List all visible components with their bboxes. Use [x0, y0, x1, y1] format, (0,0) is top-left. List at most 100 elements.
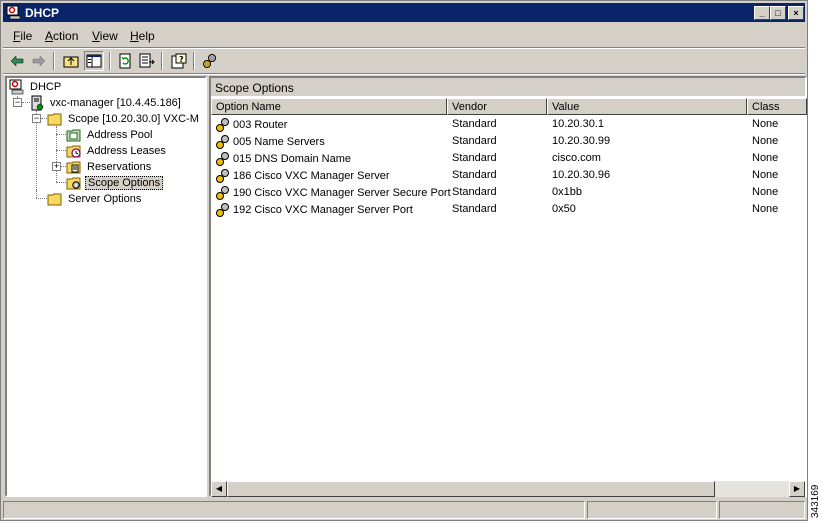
console-tree[interactable]: − − + DHCP vxc-manager [10.4.45.186] Sco…: [5, 76, 207, 497]
option-value: 0x1bb: [552, 186, 582, 198]
option-value: 10.20.30.99: [552, 135, 611, 147]
option-vendor: Standard: [452, 203, 497, 215]
tree-item-server[interactable]: vxc-manager [10.4.45.186]: [29, 95, 183, 111]
option-value: 10.20.30.1: [552, 118, 604, 130]
dhcp-server-icon: [31, 95, 44, 111]
tree-item-address-leases[interactable]: Address Leases: [66, 143, 168, 159]
tree-item-dhcp[interactable]: DHCP: [9, 79, 63, 95]
status-cell-main: [3, 501, 585, 519]
menu-help[interactable]: Help: [130, 29, 155, 43]
option-icon: [216, 168, 229, 183]
option-vendor: Standard: [452, 135, 497, 147]
horizontal-scrollbar[interactable]: ◀ ▶: [211, 481, 805, 497]
back-arrow-icon: [10, 55, 24, 67]
menu-file[interactable]: File: [13, 29, 32, 43]
option-vendor: Standard: [452, 118, 497, 130]
option-value: 10.20.30.96: [552, 169, 611, 181]
address-pool-icon: [66, 129, 81, 142]
option-value: 0x50: [552, 203, 576, 215]
option-name: 192 Cisco VXC Manager Server Port: [233, 203, 413, 216]
option-name: 186 Cisco VXC Manager Server: [233, 169, 390, 182]
table-row[interactable]: 015 DNS Domain Name Standard cisco.com N…: [211, 150, 805, 167]
expander-scope[interactable]: −: [32, 114, 41, 123]
table-row[interactable]: 190 Cisco VXC Manager Server Secure Port…: [211, 184, 805, 201]
export-list-button[interactable]: [137, 51, 157, 71]
tree-item-server-options[interactable]: Server Options: [47, 191, 143, 207]
dhcp-window: DHCP _ □ × File Action View Help ? − − +…: [0, 0, 808, 521]
back-button[interactable]: [7, 51, 27, 71]
table-row[interactable]: 186 Cisco VXC Manager Server Standard 10…: [211, 167, 805, 184]
column-headers: Option Name Vendor Value Class: [211, 98, 807, 115]
folder-icon: [47, 113, 62, 126]
option-class: None: [752, 169, 779, 181]
forward-arrow-icon: [32, 55, 46, 67]
maximize-button[interactable]: □: [770, 6, 786, 20]
forward-button[interactable]: [29, 51, 49, 71]
column-header-option-name[interactable]: Option Name: [211, 98, 447, 115]
option-icon: [216, 202, 229, 217]
dhcp-app-icon: [6, 5, 21, 20]
scope-options-icon: [66, 177, 81, 190]
svg-text:?: ?: [179, 55, 184, 64]
column-header-class[interactable]: Class: [747, 98, 807, 115]
option-icon: [216, 185, 229, 200]
reservations-icon: [66, 161, 81, 174]
option-name: 003 Router: [233, 118, 288, 131]
up-one-level-button[interactable]: [61, 51, 81, 71]
menu-action[interactable]: Action: [45, 29, 78, 43]
scroll-left-button[interactable]: ◀: [211, 481, 227, 497]
status-bar: [3, 501, 805, 519]
column-header-value[interactable]: Value: [547, 98, 747, 115]
option-name: 005 Name Servers: [233, 135, 325, 148]
option-icon: [216, 134, 229, 149]
help-button[interactable]: ?: [169, 51, 189, 71]
expander-reservations[interactable]: +: [52, 162, 61, 171]
figure-id: 343169: [810, 484, 821, 518]
scroll-right-button[interactable]: ▶: [789, 481, 805, 497]
menu-view[interactable]: View: [92, 29, 118, 43]
export-list-icon: [139, 53, 155, 68]
window-title: DHCP: [25, 6, 60, 20]
option-class: None: [752, 203, 779, 215]
menu-bar: File Action View Help: [3, 25, 805, 47]
title-bar[interactable]: DHCP _ □ ×: [3, 3, 805, 22]
scroll-thumb[interactable]: [227, 481, 715, 497]
tree-item-address-pool[interactable]: Address Pool: [66, 127, 154, 143]
up-folder-icon: [63, 56, 79, 68]
tree-item-scope-options[interactable]: Scope Options: [66, 175, 164, 191]
toolbar-separator: [3, 73, 805, 75]
details-header: Scope Options: [211, 78, 805, 96]
option-class: None: [752, 118, 779, 130]
option-class: None: [752, 152, 779, 164]
option-icon: [216, 151, 229, 166]
option-vendor: Standard: [452, 169, 497, 181]
table-row[interactable]: 192 Cisco VXC Manager Server Port Standa…: [211, 201, 805, 218]
column-header-vendor[interactable]: Vendor: [447, 98, 547, 115]
toolbar: ?: [3, 49, 805, 73]
option-vendor: Standard: [452, 186, 497, 198]
expander-server[interactable]: −: [13, 98, 22, 107]
option-name: 015 DNS Domain Name: [233, 152, 351, 165]
option-class: None: [752, 135, 779, 147]
tree-item-scope[interactable]: Scope [10.20.30.0] VXC-M: [47, 111, 201, 127]
details-pane: Scope Options Option Name Vendor Value C…: [209, 76, 807, 497]
status-cell-2: [587, 501, 717, 519]
refresh-button[interactable]: [115, 51, 135, 71]
show-hide-tree-icon: [86, 54, 102, 68]
folder-icon: [47, 193, 62, 206]
option-value: cisco.com: [552, 152, 601, 164]
option-vendor: Standard: [452, 152, 497, 164]
configure-options-button[interactable]: [200, 51, 220, 71]
option-icon: [216, 117, 229, 132]
status-cell-3: [719, 501, 805, 519]
tree-item-reservations[interactable]: Reservations: [66, 159, 153, 175]
minimize-button[interactable]: _: [754, 6, 770, 20]
close-button[interactable]: ×: [788, 6, 804, 20]
dhcp-icon: [9, 79, 24, 95]
configure-options-icon: [203, 54, 216, 68]
show-hide-tree-button[interactable]: [84, 51, 104, 71]
table-row[interactable]: 003 Router Standard 10.20.30.1 None: [211, 116, 805, 133]
table-row[interactable]: 005 Name Servers Standard 10.20.30.99 No…: [211, 133, 805, 150]
address-leases-icon: [66, 145, 81, 158]
refresh-icon: [119, 53, 131, 69]
